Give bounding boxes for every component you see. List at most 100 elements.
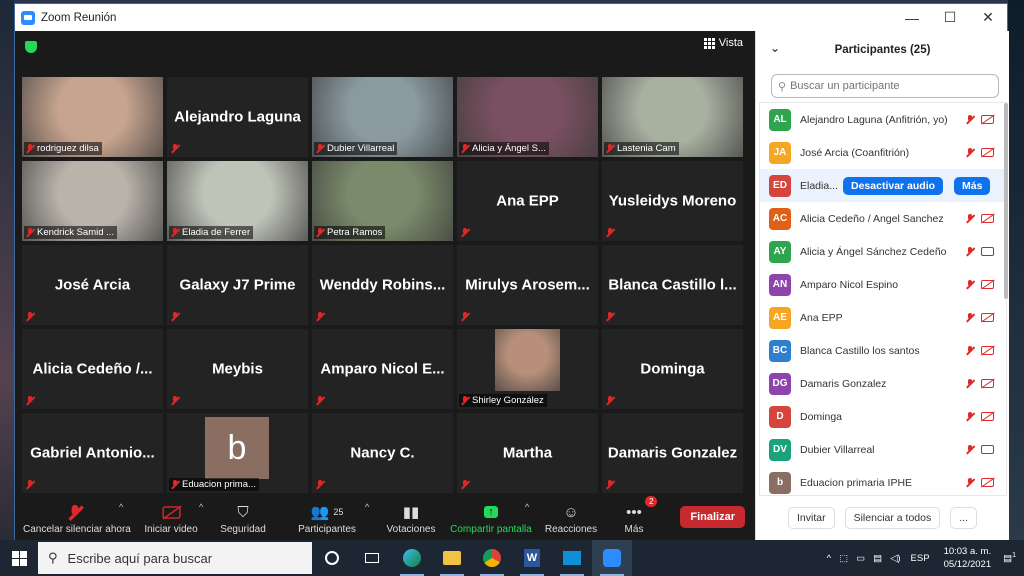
video-tile[interactable]: Damaris Gonzalez <box>602 413 743 493</box>
start-button[interactable] <box>0 540 38 576</box>
participant-search-input[interactable] <box>790 80 981 92</box>
video-tile[interactable]: Dominga <box>602 329 743 409</box>
start-video-button[interactable]: Iniciar video <box>139 502 203 535</box>
participants-button[interactable]: 👥 25 Participantes <box>295 502 359 535</box>
panel-more-button[interactable]: ... <box>950 507 977 529</box>
network-icon[interactable]: ▤ <box>873 553 882 564</box>
security-label: Seguridad <box>220 524 266 535</box>
share-screen-button[interactable]: ↑ Compartir pantalla <box>447 502 535 535</box>
participant-row[interactable]: DG Damaris Gonzalez <box>760 367 1006 400</box>
tile-name: Eduacion prima... <box>182 479 256 490</box>
tray-app-icon[interactable]: ⬚ <box>839 553 848 564</box>
video-tile[interactable]: Shirley González <box>457 329 598 409</box>
video-tile[interactable]: Blanca Castillo l... <box>602 245 743 325</box>
notifications-icon[interactable]: ▤1 <box>1003 552 1016 564</box>
avatar: BC <box>769 339 791 362</box>
mute-all-button[interactable]: Silenciar a todos <box>844 507 941 529</box>
tile-name-label: Lastenia Cam <box>604 142 679 155</box>
participant-row[interactable]: DV Dubier Villarreal <box>760 433 1006 466</box>
muted-mic-icon <box>966 412 974 421</box>
video-tile[interactable]: Alejandro Laguna <box>167 77 308 157</box>
video-tile[interactable]: b Eduacion prima... <box>167 413 308 493</box>
video-tile[interactable]: rodriguez dilsa <box>22 77 163 157</box>
participant-row[interactable]: AN Amparo Nicol Espino <box>760 268 1006 301</box>
video-tile[interactable]: Amparo Nicol E... <box>312 329 453 409</box>
video-tile[interactable]: José Arcia <box>22 245 163 325</box>
encryption-shield-icon[interactable] <box>25 41 37 53</box>
reactions-button[interactable]: ☺ Reacciones <box>543 502 599 536</box>
video-options-caret-icon[interactable]: ^ <box>199 502 203 512</box>
maximize-button[interactable]: ☐ <box>931 4 969 31</box>
participant-row[interactable]: ED Eladia... Desactivar audio Más <box>760 169 1006 202</box>
video-tile[interactable]: Lastenia Cam <box>602 77 743 157</box>
file-explorer-icon[interactable] <box>432 540 472 576</box>
word-icon[interactable]: W <box>512 540 552 576</box>
video-tile[interactable]: Galaxy J7 Prime <box>167 245 308 325</box>
video-tile[interactable]: Wenddy Robins... <box>312 245 453 325</box>
participant-row[interactable]: AC Alicia Cedeño / Angel Sanchez <box>760 202 1006 235</box>
participant-search[interactable]: ⚲ <box>771 74 999 98</box>
end-meeting-button[interactable]: Finalizar <box>680 506 745 528</box>
polls-button[interactable]: ▮▮ Votaciones <box>383 502 439 535</box>
participant-list-scrollbar[interactable] <box>1004 103 1008 299</box>
participant-row[interactable]: JA José Arcia (Coanfitrión) <box>760 136 1006 169</box>
volume-icon[interactable]: ◁) <box>890 553 900 564</box>
mute-participant-button[interactable]: Desactivar audio <box>843 176 944 195</box>
participant-name: Alicia y Ángel Sánchez Cedeño <box>800 245 947 258</box>
participant-row[interactable]: AL Alejandro Laguna (Anfitrión, yo) <box>760 103 1006 136</box>
input-language[interactable]: ESP <box>911 553 930 564</box>
video-tile[interactable]: Martha <box>457 413 598 493</box>
video-tile[interactable]: Yusleidys Moreno <box>602 161 743 241</box>
video-tile[interactable]: Eladia de Ferrer <box>167 161 308 241</box>
participant-tile-name: Meybis <box>212 360 263 378</box>
taskbar-search[interactable]: ⚲ Escribe aquí para buscar <box>38 542 312 574</box>
clock[interactable]: 10:03 a. m. 05/12/2021 <box>944 545 992 571</box>
minimize-button[interactable]: — <box>893 4 931 31</box>
video-tile[interactable]: Meybis <box>167 329 308 409</box>
muted-mic-icon <box>966 280 974 289</box>
unmute-button[interactable]: Cancelar silenciar ahora <box>23 502 131 535</box>
participant-more-button[interactable]: Más <box>954 176 991 195</box>
invite-button[interactable]: Invitar <box>788 507 835 529</box>
muted-mic-icon <box>966 115 974 124</box>
participants-caret-icon[interactable]: ^ <box>365 502 369 512</box>
more-button[interactable]: ••• Más <box>619 502 649 536</box>
share-caret-icon[interactable]: ^ <box>525 502 529 512</box>
video-tile[interactable]: Alicia y Ángel S... <box>457 77 598 157</box>
chrome-icon[interactable] <box>472 540 512 576</box>
muted-mic-icon <box>316 144 324 153</box>
zoom-taskbar-icon[interactable] <box>592 540 632 576</box>
muted-mic-icon <box>606 144 614 153</box>
participant-name: Eduacion primaria IPHE <box>800 476 913 489</box>
tray-chevron-icon[interactable]: ^ <box>827 553 831 564</box>
tile-name-label: Kendrick Samid ... <box>24 226 118 239</box>
audio-options-caret-icon[interactable]: ^ <box>119 502 123 512</box>
security-button[interactable]: ⛉ Seguridad <box>213 502 273 536</box>
video-tile[interactable]: Gabriel Antonio... <box>22 413 163 493</box>
video-tile[interactable]: Ana EPP <box>457 161 598 241</box>
chevron-down-icon[interactable]: ⌄ <box>770 41 780 55</box>
participant-row[interactable]: b Eduacion primaria IPHE <box>760 466 1006 495</box>
task-view-icon[interactable] <box>352 540 392 576</box>
participant-row[interactable]: D Dominga <box>760 400 1006 433</box>
participant-tile-name: Ana EPP <box>496 192 559 210</box>
muted-mic-icon <box>26 396 34 405</box>
view-button[interactable]: Vista <box>703 37 743 49</box>
close-button[interactable]: ✕ <box>969 4 1007 31</box>
video-tile[interactable]: Kendrick Samid ... <box>22 161 163 241</box>
photos-icon[interactable] <box>552 540 592 576</box>
video-tile[interactable]: Petra Ramos <box>312 161 453 241</box>
participant-row[interactable]: AE Ana EPP <box>760 301 1006 334</box>
edge-icon[interactable] <box>392 540 432 576</box>
video-tile[interactable]: Alicia Cedeño /... <box>22 329 163 409</box>
participant-row[interactable]: BC Blanca Castillo los santos <box>760 334 1006 367</box>
avatar: b <box>769 471 791 494</box>
video-tile[interactable]: Dubier Villarreal <box>312 77 453 157</box>
video-tile[interactable]: Mirulys Arosem... <box>457 245 598 325</box>
participant-tile-name: Nancy C. <box>350 444 415 462</box>
battery-icon[interactable]: ▭ <box>856 553 865 564</box>
cortana-icon[interactable] <box>312 540 352 576</box>
participant-row[interactable]: AY Alicia y Ángel Sánchez Cedeño <box>760 235 1006 268</box>
participant-list: AL Alejandro Laguna (Anfitrión, yo) JA José… <box>759 102 1007 496</box>
video-tile[interactable]: Nancy C. <box>312 413 453 493</box>
